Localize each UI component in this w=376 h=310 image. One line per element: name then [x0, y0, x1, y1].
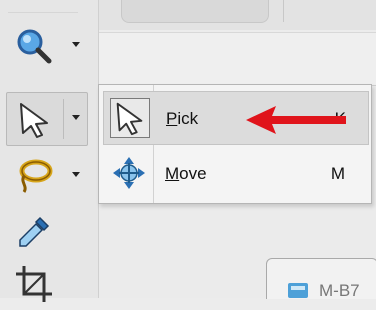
split-divider	[63, 99, 64, 139]
pick-tool-flyout-menu: Pick K Move M	[98, 84, 372, 204]
chevron-down-icon[interactable]	[72, 42, 80, 47]
lasso-tool-button[interactable]	[6, 150, 80, 202]
top-tab[interactable]	[121, 0, 269, 23]
chevron-down-icon[interactable]	[72, 115, 80, 120]
menu-item-move[interactable]: Move M	[103, 147, 367, 199]
lasso-icon	[19, 159, 53, 193]
document-tab-label: M-B7	[319, 281, 360, 300]
red-arrow-annotation	[246, 106, 346, 134]
move-arrows-icon	[109, 153, 149, 193]
eyedropper-tool-button[interactable]	[6, 206, 62, 258]
magnifier-icon	[17, 29, 52, 64]
property-bar	[99, 32, 376, 86]
chevron-down-icon[interactable]	[72, 172, 80, 177]
title-strip	[99, 0, 376, 30]
shortcut-key: M	[330, 164, 345, 183]
crop-tool-button[interactable]	[6, 258, 62, 310]
menu-item-label: Move	[165, 164, 207, 183]
eyedropper-icon	[19, 216, 50, 247]
document-tab[interactable]: M-B7	[266, 258, 376, 300]
document-icon	[288, 283, 308, 298]
divider	[283, 0, 284, 22]
crop-icon	[16, 266, 52, 302]
pick-tool-button[interactable]	[6, 92, 88, 146]
tools-toolbar	[0, 0, 99, 302]
toolbar-grip	[8, 0, 78, 13]
arrow-cursor-icon	[110, 98, 150, 138]
menu-item-label: Pick	[166, 109, 199, 128]
arrow-cursor-icon	[20, 103, 48, 138]
zoom-tool-button[interactable]	[6, 20, 80, 72]
